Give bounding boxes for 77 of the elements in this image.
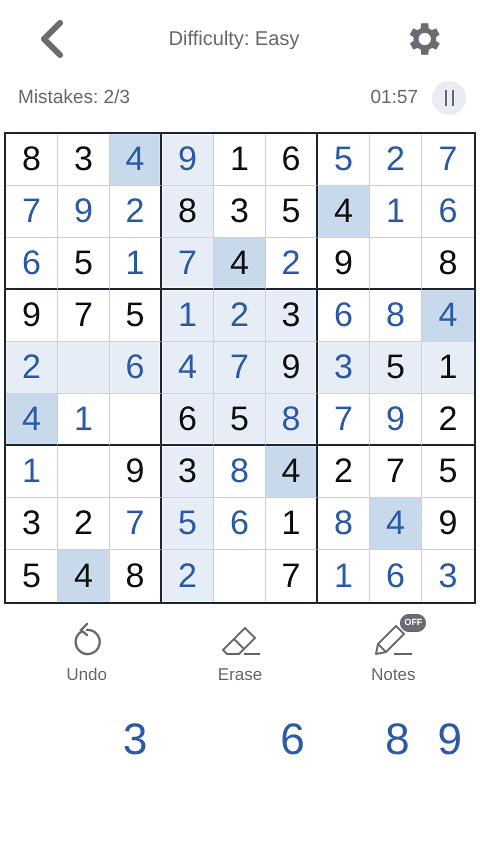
board-cell[interactable]: 1: [162, 290, 214, 342]
board-cell[interactable]: 4: [266, 446, 318, 498]
board-cell[interactable]: 9: [318, 238, 370, 290]
board-cell[interactable]: 2: [162, 550, 214, 602]
board-cell[interactable]: [110, 394, 162, 446]
board-cell[interactable]: 1: [370, 186, 422, 238]
board-cell[interactable]: 8: [370, 290, 422, 342]
board-cell[interactable]: 9: [110, 446, 162, 498]
board-cell[interactable]: 2: [370, 134, 422, 186]
board-cell[interactable]: 9: [6, 290, 58, 342]
board-cell[interactable]: 1: [58, 394, 110, 446]
board-cell[interactable]: 2: [58, 498, 110, 550]
number-pad-key[interactable]: 3: [108, 710, 162, 770]
board-cell[interactable]: 7: [6, 186, 58, 238]
board-cell[interactable]: 7: [214, 342, 266, 394]
board-cell[interactable]: 8: [162, 186, 214, 238]
board-cell[interactable]: 3: [58, 134, 110, 186]
number-pad-key[interactable]: 8: [371, 710, 424, 770]
board-cell[interactable]: 8: [266, 394, 318, 446]
number-pad-key[interactable]: 9: [424, 710, 476, 770]
board-cell[interactable]: 7: [110, 498, 162, 550]
board-cell[interactable]: 3: [162, 446, 214, 498]
difficulty-title: Difficulty: Easy: [168, 27, 300, 52]
board-cell[interactable]: 6: [266, 134, 318, 186]
board-cell[interactable]: 5: [214, 394, 266, 446]
board-cell[interactable]: 9: [58, 186, 110, 238]
board-cell[interactable]: 4: [162, 342, 214, 394]
board-cell[interactable]: 9: [162, 134, 214, 186]
pause-button[interactable]: [432, 81, 466, 115]
notes-tool-button[interactable]: OFF Notes: [343, 612, 444, 688]
board-cell[interactable]: 9: [370, 394, 422, 446]
board-cell[interactable]: 5: [370, 342, 422, 394]
erase-tool-button[interactable]: Erase: [190, 612, 290, 688]
board-cell[interactable]: 5: [162, 498, 214, 550]
board-cell[interactable]: 1: [6, 446, 58, 498]
board-cell[interactable]: 4: [370, 498, 422, 550]
board-cell[interactable]: 8: [214, 446, 266, 498]
board-cell[interactable]: 6: [6, 238, 58, 290]
undo-tool-button[interactable]: Undo: [36, 612, 137, 688]
board-cell[interactable]: 5: [58, 238, 110, 290]
board-cell[interactable]: 4: [422, 290, 474, 342]
board-cell[interactable]: 8: [318, 498, 370, 550]
board-cell[interactable]: 3: [214, 186, 266, 238]
board-cell[interactable]: 6: [110, 342, 162, 394]
board-cell[interactable]: 1: [266, 498, 318, 550]
board-cell[interactable]: 2: [318, 446, 370, 498]
board-cell[interactable]: 5: [318, 134, 370, 186]
board-cell[interactable]: 1: [422, 342, 474, 394]
board-cell[interactable]: 4: [318, 186, 370, 238]
board-cell[interactable]: 7: [162, 238, 214, 290]
board-cell[interactable]: 3: [6, 498, 58, 550]
board-cell[interactable]: 2: [110, 186, 162, 238]
board-cell[interactable]: 1: [110, 238, 162, 290]
board-cell[interactable]: 8: [6, 134, 58, 186]
board-cell[interactable]: 2: [266, 238, 318, 290]
board-cell[interactable]: 3: [318, 342, 370, 394]
notes-off-badge: OFF: [400, 614, 426, 632]
board-cell[interactable]: 6: [162, 394, 214, 446]
board-cell[interactable]: 9: [266, 342, 318, 394]
board-cell[interactable]: 7: [318, 394, 370, 446]
board-cell[interactable]: 2: [6, 342, 58, 394]
board-cell[interactable]: 5: [266, 186, 318, 238]
board-cell[interactable]: 5: [110, 290, 162, 342]
board-cell[interactable]: 7: [370, 446, 422, 498]
board-cell[interactable]: 6: [318, 290, 370, 342]
board-cell[interactable]: 4: [110, 134, 162, 186]
board-cell[interactable]: 7: [58, 290, 110, 342]
timer: 01:57: [370, 86, 418, 110]
board-cell[interactable]: 4: [58, 550, 110, 602]
number-pad-key[interactable]: 6: [266, 710, 319, 770]
mistakes-counter: Mistakes: 2/3: [18, 86, 130, 110]
board-cell[interactable]: 3: [266, 290, 318, 342]
board-cell[interactable]: 1: [214, 134, 266, 186]
board-cell[interactable]: 2: [214, 290, 266, 342]
board-cell[interactable]: 4: [214, 238, 266, 290]
board-cell[interactable]: 6: [214, 498, 266, 550]
board-cell[interactable]: 4: [6, 394, 58, 446]
